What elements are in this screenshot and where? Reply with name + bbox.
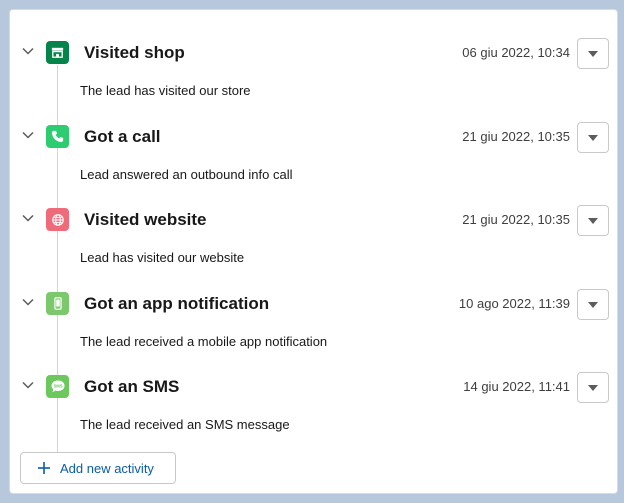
- activity-title: Got a call: [84, 127, 161, 146]
- activity-item: Visited shop 06 giu 2022, 10:34 The lead…: [10, 10, 617, 98]
- activity-date: 10 ago 2022, 11:39: [458, 296, 570, 311]
- activity-menu-button[interactable]: [577, 289, 609, 320]
- chevron-down-icon[interactable]: [20, 377, 36, 393]
- activity-description: The lead received an SMS message: [80, 417, 290, 432]
- sms-icon: SMS: [46, 375, 69, 398]
- activity-menu-button[interactable]: [577, 372, 609, 403]
- chevron-down-icon[interactable]: [20, 294, 36, 310]
- activity-date: 21 giu 2022, 10:35: [462, 129, 570, 144]
- activity-date: 06 giu 2022, 10:34: [462, 45, 570, 60]
- activity-date: 21 giu 2022, 10:35: [462, 212, 570, 227]
- phone-icon: [46, 125, 69, 148]
- activity-menu-button[interactable]: [577, 38, 609, 69]
- activity-date: 14 giu 2022, 11:41: [463, 379, 570, 394]
- caret-down-icon: [588, 217, 598, 224]
- caret-down-icon: [588, 384, 598, 391]
- chevron-down-icon[interactable]: [20, 127, 36, 143]
- add-new-activity-button[interactable]: Add new activity: [20, 452, 176, 484]
- mobile-icon: [46, 292, 69, 315]
- plus-icon: [38, 462, 50, 474]
- globe-icon: [46, 208, 69, 231]
- activity-item: SMS Got an SMS 14 giu 2022, 11:41 The le…: [10, 344, 617, 432]
- caret-down-icon: [588, 134, 598, 141]
- activity-item: Got an app notification 10 ago 2022, 11:…: [10, 261, 617, 349]
- svg-text:SMS: SMS: [53, 383, 62, 388]
- chevron-down-icon[interactable]: [20, 43, 36, 59]
- chevron-down-icon[interactable]: [20, 210, 36, 226]
- activity-timeline-card: Visited shop 06 giu 2022, 10:34 The lead…: [9, 9, 618, 494]
- activity-menu-button[interactable]: [577, 122, 609, 153]
- activity-title: Visited shop: [84, 43, 185, 62]
- activity-item: Visited website 21 giu 2022, 10:35 Lead …: [10, 177, 617, 265]
- caret-down-icon: [588, 301, 598, 308]
- activity-item: Got a call 21 giu 2022, 10:35 Lead answe…: [10, 94, 617, 182]
- activity-title: Got an app notification: [84, 294, 270, 313]
- activity-menu-button[interactable]: [577, 205, 609, 236]
- store-icon: [46, 41, 69, 64]
- caret-down-icon: [588, 50, 598, 57]
- activity-title: Got an SMS: [84, 377, 180, 396]
- activity-title: Visited website: [84, 210, 207, 229]
- add-new-activity-label: Add new activity: [60, 460, 154, 476]
